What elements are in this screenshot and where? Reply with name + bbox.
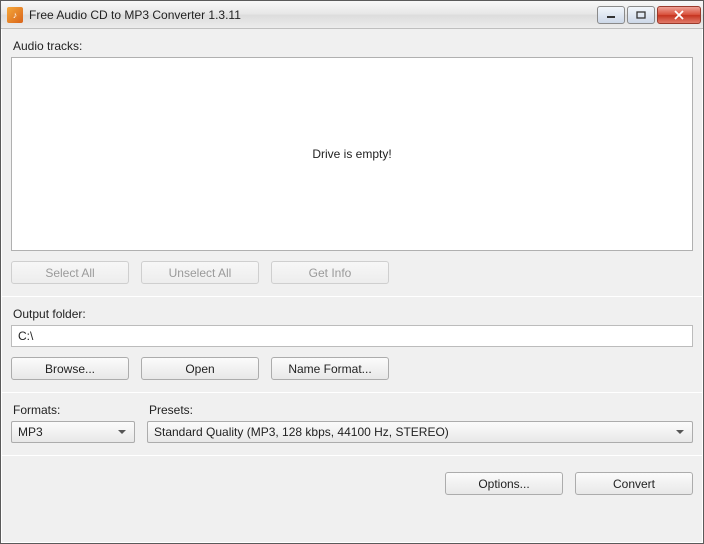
name-format-button[interactable]: Name Format... (271, 357, 389, 380)
unselect-all-button[interactable]: Unselect All (141, 261, 259, 284)
divider (1, 455, 703, 456)
close-icon (673, 10, 685, 20)
output-folder-label: Output folder: (13, 307, 693, 321)
get-info-button[interactable]: Get Info (271, 261, 389, 284)
app-window: ♪ Free Audio CD to MP3 Converter 1.3.11 … (0, 0, 704, 544)
presets-select[interactable]: Standard Quality (MP3, 128 kbps, 44100 H… (147, 421, 693, 443)
tracks-buttons-row: Select All Unselect All Get Info (11, 261, 693, 284)
formats-column: Formats: MP3 (11, 399, 135, 443)
formats-label: Formats: (13, 403, 135, 417)
output-folder-input[interactable] (11, 325, 693, 347)
divider (1, 296, 703, 297)
select-all-button[interactable]: Select All (11, 261, 129, 284)
presets-column: Presets: Standard Quality (MP3, 128 kbps… (147, 399, 693, 443)
titlebar[interactable]: ♪ Free Audio CD to MP3 Converter 1.3.11 (1, 1, 703, 29)
maximize-button[interactable] (627, 6, 655, 24)
maximize-icon (636, 11, 646, 19)
minimize-icon (606, 11, 616, 19)
formats-select[interactable]: MP3 (11, 421, 135, 443)
app-icon: ♪ (7, 7, 23, 23)
presets-label: Presets: (149, 403, 693, 417)
minimize-button[interactable] (597, 6, 625, 24)
window-title: Free Audio CD to MP3 Converter 1.3.11 (29, 8, 597, 22)
chevron-down-icon (672, 422, 688, 442)
presets-selected-value: Standard Quality (MP3, 128 kbps, 44100 H… (154, 425, 449, 439)
formats-selected-value: MP3 (18, 425, 43, 439)
footer-buttons: Options... Convert (11, 472, 693, 495)
empty-drive-message: Drive is empty! (312, 147, 391, 161)
browse-button[interactable]: Browse... (11, 357, 129, 380)
open-button[interactable]: Open (141, 357, 259, 380)
client-area: Audio tracks: Drive is empty! Select All… (1, 29, 703, 543)
close-button[interactable] (657, 6, 701, 24)
formats-presets-row: Formats: MP3 Presets: Standard Quality (… (11, 399, 693, 443)
options-button[interactable]: Options... (445, 472, 563, 495)
audio-tracks-label: Audio tracks: (13, 39, 693, 53)
chevron-down-icon (114, 422, 130, 442)
window-controls (597, 6, 701, 24)
convert-button[interactable]: Convert (575, 472, 693, 495)
divider (1, 392, 703, 393)
output-buttons-row: Browse... Open Name Format... (11, 357, 693, 380)
audio-tracks-list[interactable]: Drive is empty! (11, 57, 693, 251)
